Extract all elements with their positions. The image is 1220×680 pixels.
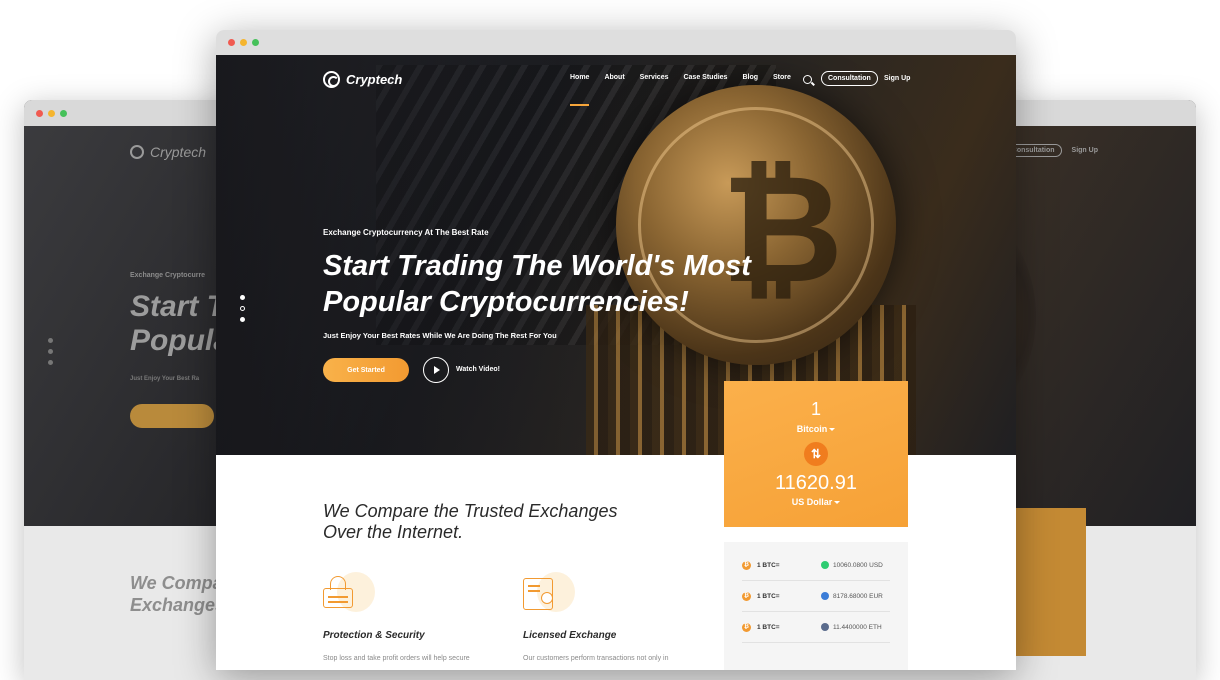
to-currency-select[interactable]: US Dollar [724, 497, 908, 507]
heading-line: Exchanges [130, 595, 226, 615]
feature-licensed: Licensed Exchange Our customers perform … [523, 572, 703, 662]
lock-icon [323, 572, 375, 616]
feature-protection: Protection & Security Stop loss and take… [323, 572, 503, 662]
slider-dot[interactable] [240, 317, 245, 322]
feature-text: Our customers perform transactions not o… [523, 655, 669, 662]
maximize-dot-icon[interactable] [252, 39, 259, 46]
rate-value: 8178.68000 EUR [833, 592, 883, 600]
background-subline: Just Enjoy Your Best Ra [130, 376, 200, 382]
slider-dots [240, 295, 245, 322]
watch-video-link[interactable]: Watch Video! [456, 366, 500, 373]
search-icon[interactable] [803, 75, 812, 84]
background-section-heading: We Compa Exchanges [130, 572, 225, 616]
converter-result: 11620.91 [775, 472, 857, 494]
usd-icon [821, 561, 829, 569]
rate-value: 10060.0800 USD [833, 561, 883, 569]
nav-item-services[interactable]: Services [640, 74, 669, 81]
slider-dot[interactable] [240, 295, 245, 300]
currency-converter: 1 Bitcoin ⇅ 11620.91 US Dollar [724, 381, 908, 527]
swap-icon[interactable]: ⇅ [804, 442, 828, 466]
converter-amount[interactable]: 1 [724, 399, 908, 420]
nav-links: Home About Services Case Studies Blog St… [570, 74, 806, 106]
background-nav: Consultation Sign Up [1004, 144, 1098, 157]
document-search-icon [523, 572, 575, 616]
rate-label: 1 BTC= [757, 561, 780, 569]
slider-dot-active[interactable] [240, 306, 245, 311]
to-currency-label: US Dollar [791, 497, 833, 507]
feature-text: Stop loss and take profit orders will he… [323, 655, 470, 662]
nav-item-blog[interactable]: Blog [742, 74, 758, 81]
rate-value: 11.4400000 ETH [833, 623, 882, 631]
close-dot-icon[interactable] [228, 39, 235, 46]
consultation-button[interactable]: Consultation [821, 71, 878, 86]
eur-icon [821, 592, 829, 600]
maximize-dot-icon [60, 109, 67, 117]
minimize-dot-icon[interactable] [240, 39, 247, 46]
background-logo: Cryptech [130, 144, 206, 160]
logo-icon [130, 145, 144, 159]
feature-title: Licensed Exchange [523, 630, 617, 641]
chevron-down-icon [834, 501, 841, 505]
brand-name: Cryptech [346, 72, 403, 87]
from-currency-select[interactable]: Bitcoin [724, 424, 908, 434]
background-headline: Start T Popula [130, 290, 230, 358]
rates-panel: ₿ 1 BTC= 10060.0800 USD ₿ 1 BTC= 8178.68… [724, 542, 908, 670]
nav-item-home[interactable]: Home [570, 74, 590, 106]
window-chrome [216, 30, 1016, 55]
background-cta-button [130, 404, 214, 428]
rate-label: 1 BTC= [757, 592, 780, 600]
close-dot-icon [36, 109, 43, 117]
bitcoin-icon: ₿ [742, 622, 751, 632]
main-navigation: Cryptech Home About Services Case Studie… [216, 55, 1016, 106]
section-heading: We Compare the Trusted Exchanges Over th… [323, 501, 618, 542]
feature-title: Protection & Security [323, 630, 425, 641]
hero-subline: Just Enjoy Your Best Rates While We Are … [323, 331, 557, 340]
hero-kicker: Exchange Cryptocurrency At The Best Rate [323, 228, 489, 237]
nav-item-about[interactable]: About [604, 74, 624, 81]
browser-window: ₿ Cryptech Home About Services Case Stud… [216, 30, 1016, 670]
rate-row: ₿ 1 BTC= 10060.0800 USD [742, 550, 890, 581]
eth-icon [821, 623, 829, 631]
nav-item-store[interactable]: Store [773, 74, 791, 81]
minimize-dot-icon [48, 109, 55, 117]
play-video-icon[interactable] [423, 357, 449, 383]
headline-line: Popula [130, 324, 231, 357]
logo-icon [323, 71, 340, 88]
get-started-button[interactable]: Get Started [323, 358, 409, 382]
from-currency-label: Bitcoin [796, 424, 828, 434]
rate-label: 1 BTC= [757, 623, 780, 631]
rate-row: ₿ 1 BTC= 8178.68000 EUR [742, 581, 890, 612]
logo-text: Cryptech [150, 144, 207, 160]
heading-line: We Compa [130, 573, 223, 593]
nav-item-case-studies[interactable]: Case Studies [683, 74, 727, 81]
rate-row: ₿ 1 BTC= 11.4400000 ETH [742, 612, 890, 643]
chevron-down-icon [829, 428, 836, 432]
hero-headline: Start Trading The World's Most Popular C… [323, 250, 751, 318]
signup-link[interactable]: Sign Up [884, 75, 910, 82]
background-kicker: Exchange Cryptocurre [130, 272, 206, 279]
bitcoin-icon: ₿ [742, 560, 751, 570]
headline-line: Start T [130, 290, 226, 323]
brand-logo[interactable]: Cryptech [323, 71, 402, 88]
bitcoin-icon: ₿ [742, 591, 751, 601]
background-slider-dots [48, 338, 53, 365]
background-signup: Sign Up [1071, 147, 1098, 154]
